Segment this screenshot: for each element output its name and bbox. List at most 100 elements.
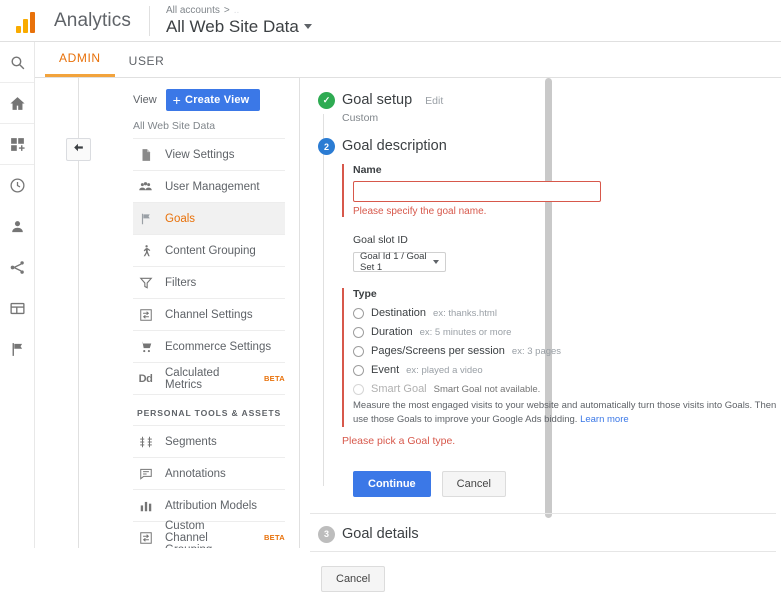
chevron-down-icon	[433, 260, 439, 264]
sidebar-item-acquisition[interactable]	[0, 247, 34, 288]
continue-button[interactable]: Continue	[353, 470, 431, 497]
cancel-button[interactable]: Cancel	[441, 470, 506, 497]
goal-slot-block: Goal slot ID Goal Id 1 / Goal Set 1	[342, 234, 781, 273]
wizard-divider-bottom	[310, 550, 776, 552]
home-icon	[9, 95, 26, 112]
radio-option-smart-goal: Smart Goal Smart Goal not available.	[353, 383, 781, 395]
smart-goal-description: Measure the most engaged visits to your …	[353, 399, 781, 427]
bars-icon	[137, 499, 154, 513]
radio-icon[interactable]	[353, 345, 364, 357]
step2-badge: 2	[318, 138, 335, 155]
collapse-panel-button[interactable]	[66, 138, 91, 161]
sidebar-item-audience[interactable]	[0, 206, 34, 247]
admin-panel: View + Create View All Web Site Data Vie…	[35, 78, 781, 592]
bottom-cancel-row: Cancel	[321, 565, 781, 592]
sidebar-item-home[interactable]	[0, 83, 34, 124]
radio-icon	[353, 383, 364, 395]
customization-icon	[9, 136, 26, 153]
clock-icon	[9, 177, 26, 194]
radio-icon[interactable]	[353, 307, 364, 319]
beta-badge: BETA	[263, 533, 285, 542]
step2-title: Goal description	[342, 138, 447, 154]
tab-bar: ADMIN USER	[35, 42, 781, 78]
sidebar-item-search[interactable]	[0, 42, 34, 83]
nav-item-label: View Settings	[165, 148, 235, 161]
goal-slot-value: Goal Id 1 / Goal Set 1	[360, 251, 427, 273]
breadcrumb-all-accounts[interactable]: All accounts	[166, 5, 220, 16]
sidebar-item-conversions[interactable]	[0, 329, 34, 370]
nav-item-label: Channel Settings	[165, 308, 253, 321]
header-divider	[148, 5, 150, 36]
view-row: View + Create View	[95, 78, 295, 111]
account-title: All Web Site Data	[165, 16, 299, 36]
radio-icon[interactable]	[353, 364, 364, 376]
person-walking-icon	[137, 244, 154, 258]
sidebar-item-behavior[interactable]	[0, 288, 34, 329]
goal-slot-select[interactable]: Goal Id 1 / Goal Set 1	[353, 251, 446, 273]
learn-more-link[interactable]: Learn more	[580, 414, 629, 425]
radio-label: Duration	[371, 326, 413, 338]
admin-nav-list: View + Create View All Web Site Data Vie…	[95, 78, 295, 548]
tab-admin[interactable]: ADMIN	[45, 51, 115, 77]
nav-item-goals[interactable]: Goals	[133, 202, 285, 234]
document-icon	[137, 148, 154, 162]
cart-icon	[137, 340, 154, 354]
radio-option-pages-per-session[interactable]: Pages/Screens per session ex: 3 pages	[353, 345, 781, 357]
nav-item-label: Attribution Models	[165, 499, 258, 512]
nav-item-label: Goals	[165, 212, 196, 225]
nav-item-attribution-models[interactable]: Attribution Models	[133, 489, 285, 521]
nav-item-channel-settings[interactable]: Channel Settings	[133, 298, 285, 330]
step1-badge-check-icon: ✓	[318, 92, 335, 109]
step3-title: Goal details	[342, 525, 419, 542]
search-icon	[9, 54, 26, 71]
wizard-divider	[310, 512, 776, 514]
wizard-step-goal-description: 2 Goal description Name Please specify t…	[310, 138, 781, 497]
sidebar-scrollbar-track[interactable]	[290, 78, 552, 548]
account-selector[interactable]: All Web Site Data	[166, 17, 312, 37]
nav-item-filters[interactable]: Filters	[133, 266, 285, 298]
goal-wizard: ✓ Goal setup Edit Custom 2 Goal descript…	[300, 78, 781, 592]
person-icon	[9, 218, 26, 235]
top-header: Analytics All accounts > .. All Web Site…	[0, 0, 781, 42]
window-icon	[9, 300, 26, 317]
nav-item-user-management[interactable]: User Management	[133, 170, 285, 202]
radio-label: Destination	[371, 307, 427, 319]
radio-label: Smart Goal	[371, 383, 427, 395]
segments-icon	[137, 435, 154, 449]
nav-item-annotations[interactable]: Annotations	[133, 457, 285, 489]
annotation-icon	[137, 467, 154, 481]
channel-icon	[137, 308, 154, 322]
create-view-button[interactable]: + Create View	[165, 89, 261, 111]
breadcrumb-separator: >	[223, 4, 230, 16]
flag-icon	[137, 212, 154, 226]
brand-title: Analytics	[54, 9, 131, 31]
sidebar-item-realtime[interactable]	[0, 165, 34, 206]
nav-item-label: Filters	[165, 276, 197, 289]
share-icon	[9, 259, 26, 276]
nav-item-custom-channel-grouping[interactable]: Custom Channel Grouping BETA	[133, 520, 285, 548]
step1-edit-link[interactable]: Edit	[425, 95, 443, 107]
radio-option-duration[interactable]: Duration ex: 5 minutes or more	[353, 326, 781, 338]
nav-item-label: Segments	[165, 435, 217, 448]
wizard-step-goal-setup: ✓ Goal setup Edit Custom	[310, 92, 781, 124]
wizard-step-goal-details: 3 Goal details	[310, 525, 781, 543]
goal-name-input[interactable]	[353, 181, 601, 202]
nav-item-view-settings[interactable]: View Settings	[133, 138, 285, 170]
nav-item-label: Calculated Metrics	[165, 366, 220, 391]
channel-icon	[137, 531, 154, 545]
nav-item-ecommerce-settings[interactable]: Ecommerce Settings	[133, 330, 285, 362]
radio-example: ex: thanks.html	[433, 307, 497, 319]
radio-icon[interactable]	[353, 326, 364, 338]
sidebar-item-customization[interactable]	[0, 124, 34, 165]
bottom-cancel-button[interactable]: Cancel	[321, 565, 386, 592]
tab-user[interactable]: USER	[115, 54, 179, 77]
radio-option-event[interactable]: Event ex: played a video	[353, 364, 781, 376]
radio-option-destination[interactable]: Destination ex: thanks.html	[353, 307, 781, 319]
nav-item-segments[interactable]: Segments	[133, 425, 285, 457]
nav-item-calculated-metrics[interactable]: Dd Calculated Metrics BETA	[133, 362, 285, 394]
nav-item-label: User Management	[165, 180, 260, 193]
create-view-label: Create View	[185, 94, 250, 106]
breadcrumb-truncated: ..	[233, 4, 240, 16]
plus-icon: +	[172, 92, 182, 108]
nav-item-content-grouping[interactable]: Content Grouping	[133, 234, 285, 266]
